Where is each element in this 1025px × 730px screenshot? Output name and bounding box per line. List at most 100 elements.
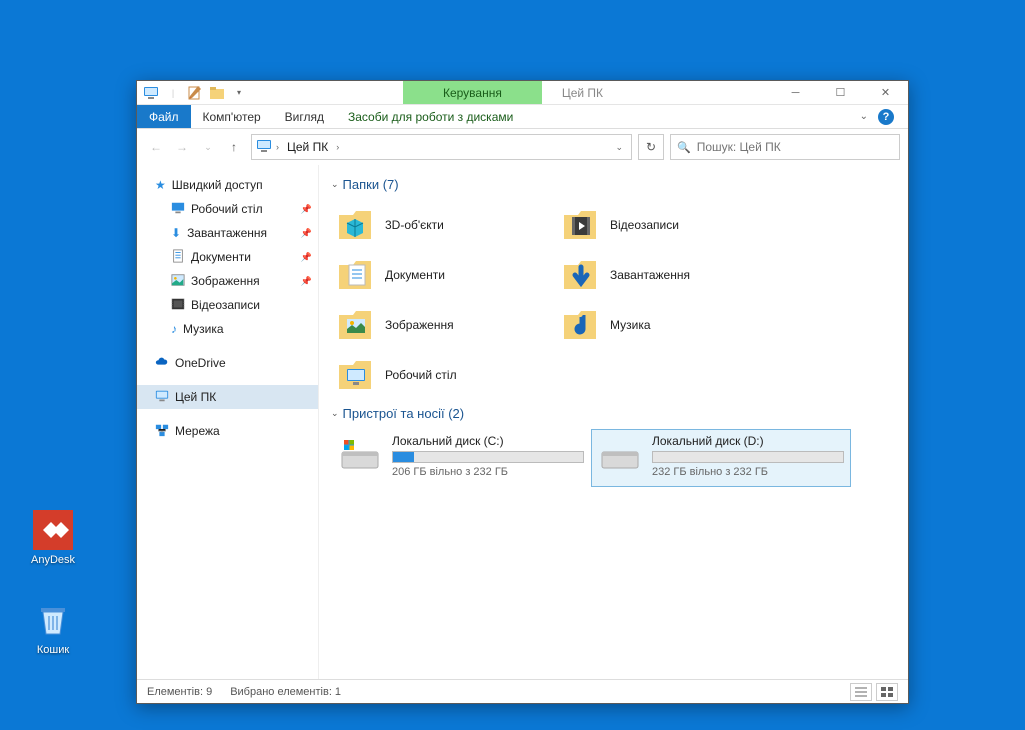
folder-label: Зображення — [385, 318, 454, 332]
chevron-down-icon: ⌄ — [331, 408, 339, 419]
sidebar-item-quick-access[interactable]: ★ Швидкий доступ — [137, 173, 318, 197]
help-icon[interactable]: ? — [878, 109, 894, 125]
ribbon-expand-icon[interactable]: ⌄ — [860, 111, 868, 122]
chevron-right-icon[interactable]: › — [276, 142, 279, 152]
drive-c[interactable]: Локальний диск (C:) 206 ГБ вільно з 232 … — [331, 429, 591, 487]
folder-label: 3D-об'єкти — [385, 218, 444, 232]
search-input[interactable] — [697, 140, 893, 154]
folder-pictures[interactable]: Зображення — [331, 300, 556, 350]
maximize-button[interactable]: ☐ — [818, 81, 863, 104]
qat-customize-icon[interactable]: ▾ — [231, 85, 247, 101]
group-header-folders[interactable]: ⌄ Папки (7) — [331, 177, 896, 192]
drive-free-text: 206 ГБ вільно з 232 ГБ — [392, 466, 584, 478]
tab-file[interactable]: Файл — [137, 105, 191, 128]
desktop-icon — [335, 355, 375, 395]
folders-grid: 3D-об'єкти Відеозаписи Документи Заванта… — [331, 200, 896, 400]
sidebar-item-onedrive[interactable]: OneDrive — [137, 351, 318, 375]
title-bar: | ▾ Керування Цей ПК ─ ☐ ✕ — [137, 81, 908, 105]
chevron-right-icon[interactable]: › — [336, 142, 339, 152]
back-button[interactable]: ← — [145, 136, 167, 158]
this-pc-icon — [155, 389, 169, 406]
tab-view[interactable]: Вигляд — [273, 105, 336, 128]
folder-music[interactable]: Музика — [556, 300, 781, 350]
this-pc-icon — [256, 138, 272, 157]
sidebar-item-music[interactable]: ♪ Музика — [137, 317, 318, 341]
3d-objects-icon — [335, 205, 375, 245]
music-folder-icon: ♪ — [171, 322, 177, 336]
quick-access-icon: ★ — [155, 178, 166, 192]
recycle-bin-icon — [33, 600, 73, 640]
this-pc-icon[interactable] — [143, 85, 159, 101]
pin-icon: 📌 — [301, 204, 312, 215]
status-item-count: Елементів: 9 — [147, 686, 212, 698]
pin-icon: 📌 — [301, 252, 312, 263]
drive-icon — [338, 434, 382, 478]
network-icon — [155, 423, 169, 440]
details-view-button[interactable] — [850, 683, 872, 701]
new-folder-icon[interactable] — [209, 85, 225, 101]
folder-downloads[interactable]: Завантаження — [556, 250, 781, 300]
desktop-icon-anydesk[interactable]: AnyDesk — [18, 510, 88, 566]
sidebar-item-documents[interactable]: Документи 📌 — [137, 245, 318, 269]
folder-documents[interactable]: Документи — [331, 250, 556, 300]
pictures-icon — [335, 305, 375, 345]
onedrive-icon — [155, 355, 169, 372]
drive-usage-bar — [652, 451, 844, 463]
folder-videos[interactable]: Відеозаписи — [556, 200, 781, 250]
desktop-folder-icon — [171, 201, 185, 218]
videos-folder-icon — [171, 297, 185, 314]
properties-icon[interactable] — [187, 85, 203, 101]
folder-label: Документи — [385, 268, 445, 282]
pin-icon: 📌 — [301, 276, 312, 287]
folder-3d-objects[interactable]: 3D-об'єкти — [331, 200, 556, 250]
desktop-icon-label: Кошик — [37, 644, 69, 656]
chevron-down-icon: ⌄ — [331, 179, 339, 190]
breadcrumb-segment[interactable]: Цей ПК — [283, 138, 332, 156]
drive-free-text: 232 ГБ вільно з 232 ГБ — [652, 466, 844, 478]
sidebar-item-videos[interactable]: Відеозаписи — [137, 293, 318, 317]
music-icon — [560, 305, 600, 345]
search-box[interactable]: 🔍 — [670, 134, 900, 160]
minimize-button[interactable]: ─ — [773, 81, 818, 104]
nav-pane: ★ Швидкий доступ Робочий стіл 📌 ⬇ Завант… — [137, 165, 319, 679]
drive-name: Локальний диск (D:) — [652, 434, 844, 448]
tab-computer[interactable]: Комп'ютер — [191, 105, 273, 128]
anydesk-icon — [33, 510, 73, 550]
window-title: Цей ПК — [542, 81, 623, 104]
pin-icon: 📌 — [301, 228, 312, 239]
window-controls: ─ ☐ ✕ — [773, 81, 908, 104]
folder-label: Завантаження — [610, 268, 690, 282]
downloads-icon — [560, 255, 600, 295]
sidebar-item-network[interactable]: Мережа — [137, 419, 318, 443]
ribbon-tabs: Файл Комп'ютер Вигляд Засоби для роботи … — [137, 105, 908, 129]
desktop-icon-recycle-bin[interactable]: Кошик — [18, 600, 88, 656]
videos-icon — [560, 205, 600, 245]
contextual-tab-header: Керування — [403, 81, 542, 104]
close-button[interactable]: ✕ — [863, 81, 908, 104]
contextual-tab-label: Керування — [443, 86, 502, 100]
large-icons-view-button[interactable] — [876, 683, 898, 701]
forward-button[interactable]: → — [171, 136, 193, 158]
up-button[interactable]: ↑ — [223, 136, 245, 158]
recent-locations-button[interactable]: ⌄ — [197, 136, 219, 158]
sidebar-item-downloads[interactable]: ⬇ Завантаження 📌 — [137, 221, 318, 245]
documents-icon — [335, 255, 375, 295]
folder-label: Музика — [610, 318, 651, 332]
drive-usage-bar — [392, 451, 584, 463]
drive-name: Локальний диск (C:) — [392, 434, 584, 448]
search-icon: 🔍 — [677, 141, 691, 154]
group-header-drives[interactable]: ⌄ Пристрої та носії (2) — [331, 406, 896, 421]
address-history-icon[interactable]: ⌄ — [611, 142, 627, 153]
sidebar-item-pictures[interactable]: Зображення 📌 — [137, 269, 318, 293]
folder-desktop[interactable]: Робочий стіл — [331, 350, 556, 400]
status-selected-count: Вибрано елементів: 1 — [230, 686, 341, 698]
sidebar-item-this-pc[interactable]: Цей ПК — [137, 385, 318, 409]
desktop-icon-label: AnyDesk — [31, 554, 75, 566]
drive-d[interactable]: Локальний диск (D:) 232 ГБ вільно з 232 … — [591, 429, 851, 487]
tab-drive-tools[interactable]: Засоби для роботи з дисками — [336, 105, 525, 128]
downloads-folder-icon: ⬇ — [171, 226, 181, 240]
refresh-button[interactable]: ↻ — [638, 134, 664, 160]
sidebar-item-desktop[interactable]: Робочий стіл 📌 — [137, 197, 318, 221]
address-bar[interactable]: › Цей ПК › ⌄ — [251, 134, 632, 160]
content-pane: ⌄ Папки (7) 3D-об'єкти Відеозаписи Докум… — [319, 165, 908, 679]
